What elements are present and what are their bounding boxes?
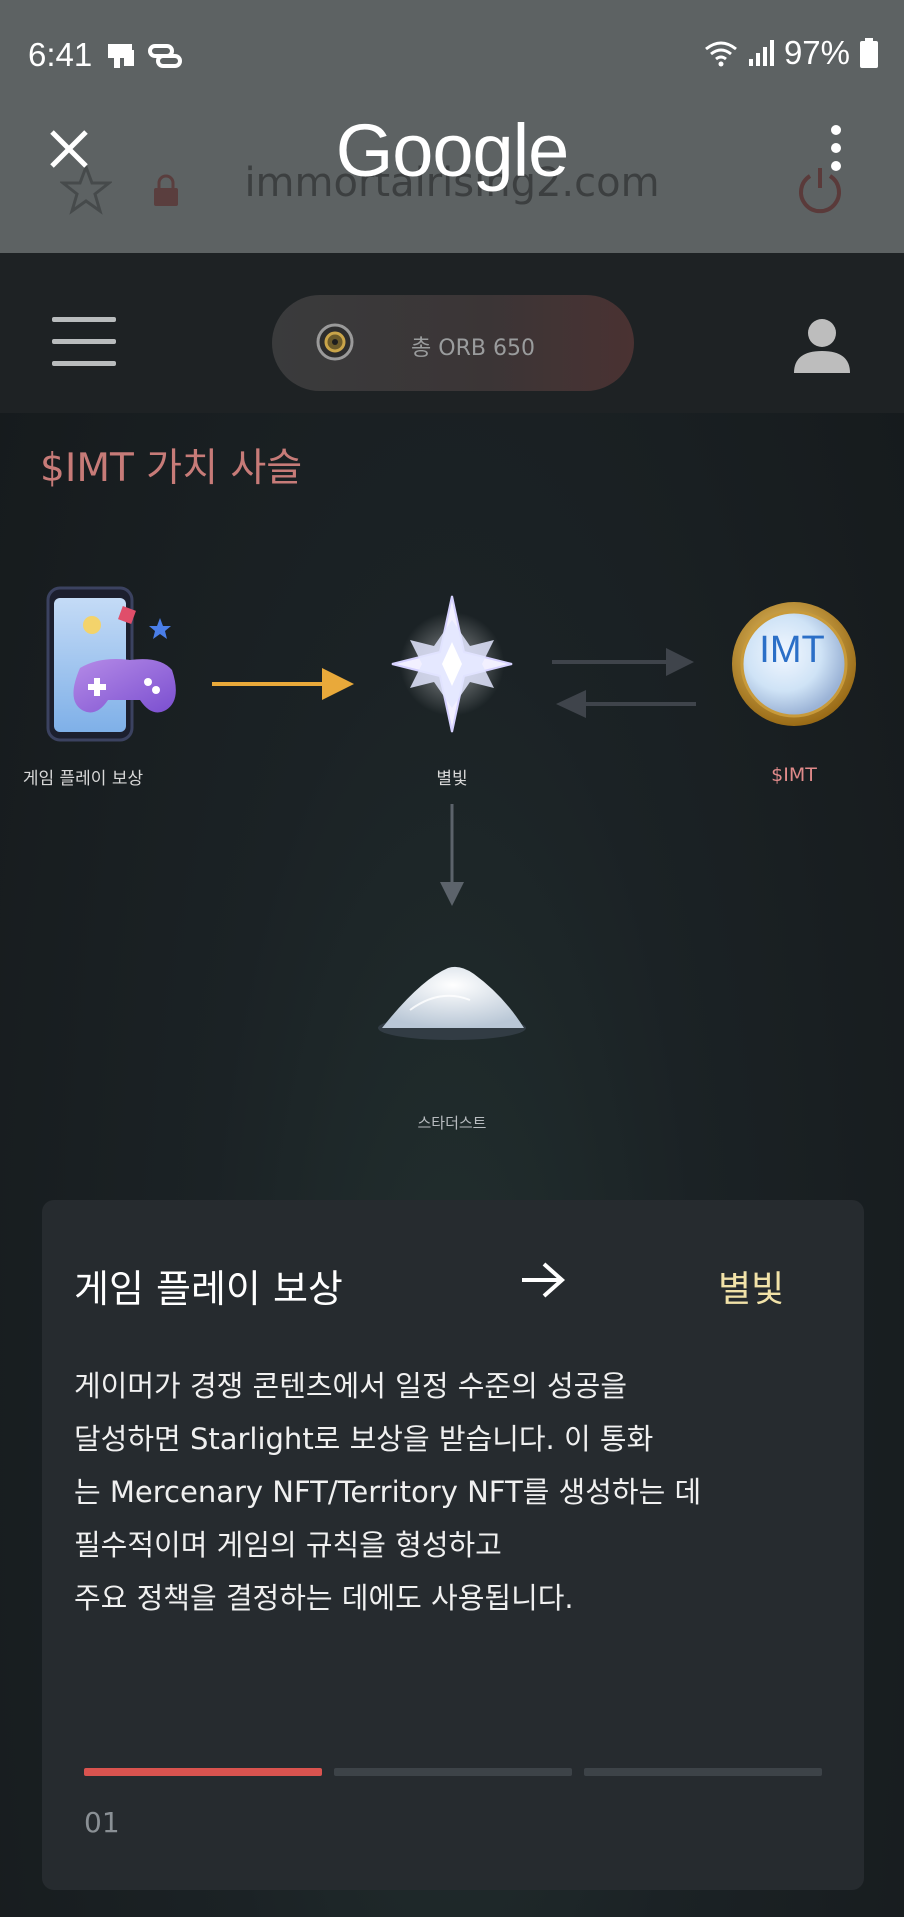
wifi-icon: [705, 41, 737, 67]
orb-balance-pill[interactable]: 총 ORB 650: [272, 295, 634, 391]
link-icon: [148, 44, 182, 68]
description-line: 주요 정책을 결정하는 데에도 사용됩니다.: [74, 1581, 574, 1615]
section-title: $IMT 가치 사슬: [40, 446, 303, 491]
description-line: 필수적이며 게임의 규칙을 형성하고: [74, 1528, 502, 1562]
slide-progress: [84, 1768, 822, 1776]
card-source-title: 게임 플레이 보상: [74, 1267, 343, 1311]
slide-page-number: 01: [84, 1806, 120, 1839]
gameplay-reward-icon: [46, 586, 176, 742]
description-line: 는 Mercenary NFT/Territory NFT를 생성하는 데: [74, 1475, 702, 1509]
signal-icon: [748, 40, 774, 66]
card-description: 게이머가 경쟁 콘텐츠에서 일정 수준의 성공을 달성하면 Starlight로…: [74, 1360, 794, 1625]
status-icons-left: [106, 40, 182, 72]
progress-segment[interactable]: [334, 1768, 572, 1776]
starlight-icon: [391, 595, 513, 733]
status-time: 6:41: [28, 36, 93, 73]
orb-balance-label: 총 ORB 650: [411, 336, 535, 361]
description-line: 게이머가 경쟁 콘텐츠에서 일정 수준의 성공을: [74, 1369, 628, 1403]
profile-icon[interactable]: [790, 313, 854, 377]
stardust-icon: [378, 966, 526, 1040]
battery-icon: [860, 38, 878, 68]
value-chain-diagram: IMT 게임 플레이 보상 별빛 $IMT 스타더스트: [0, 560, 904, 1140]
status-bar: 6:41 97%: [0, 30, 904, 80]
site-header: 총 ORB 650: [0, 253, 904, 413]
battery-percent: 97%: [783, 34, 850, 71]
starlight-label: 별빛: [436, 769, 468, 789]
progress-segment[interactable]: [84, 1768, 322, 1776]
gameplay-reward-label: 게임 플레이 보상: [22, 769, 144, 789]
info-card: 게임 플레이 보상 별빛 게이머가 경쟁 콘텐츠에서 일정 수준의 성공을 달성…: [42, 1200, 864, 1890]
card-target-title: 별빛: [718, 1269, 785, 1310]
hamburger-menu-icon[interactable]: [52, 317, 116, 366]
diagram-canvas: IMT: [46, 586, 856, 1040]
description-line: 달성하면 Starlight로 보상을 받습니다. 이 통화: [74, 1422, 654, 1456]
progress-segment[interactable]: [584, 1768, 822, 1776]
imt-coin-text: IMT: [759, 629, 824, 671]
stardust-label: 스타더스트: [417, 1114, 487, 1132]
more-options-icon[interactable]: [826, 124, 846, 172]
imt-label: $IMT: [771, 764, 817, 786]
arrow-right-icon: [522, 1262, 566, 1298]
notification-icon: [108, 44, 134, 68]
browser-chrome: 6:41 97% immortalrising2.com Google: [0, 0, 904, 253]
status-icons-right: 97%: [704, 34, 878, 72]
browser-title: Google: [335, 109, 570, 192]
